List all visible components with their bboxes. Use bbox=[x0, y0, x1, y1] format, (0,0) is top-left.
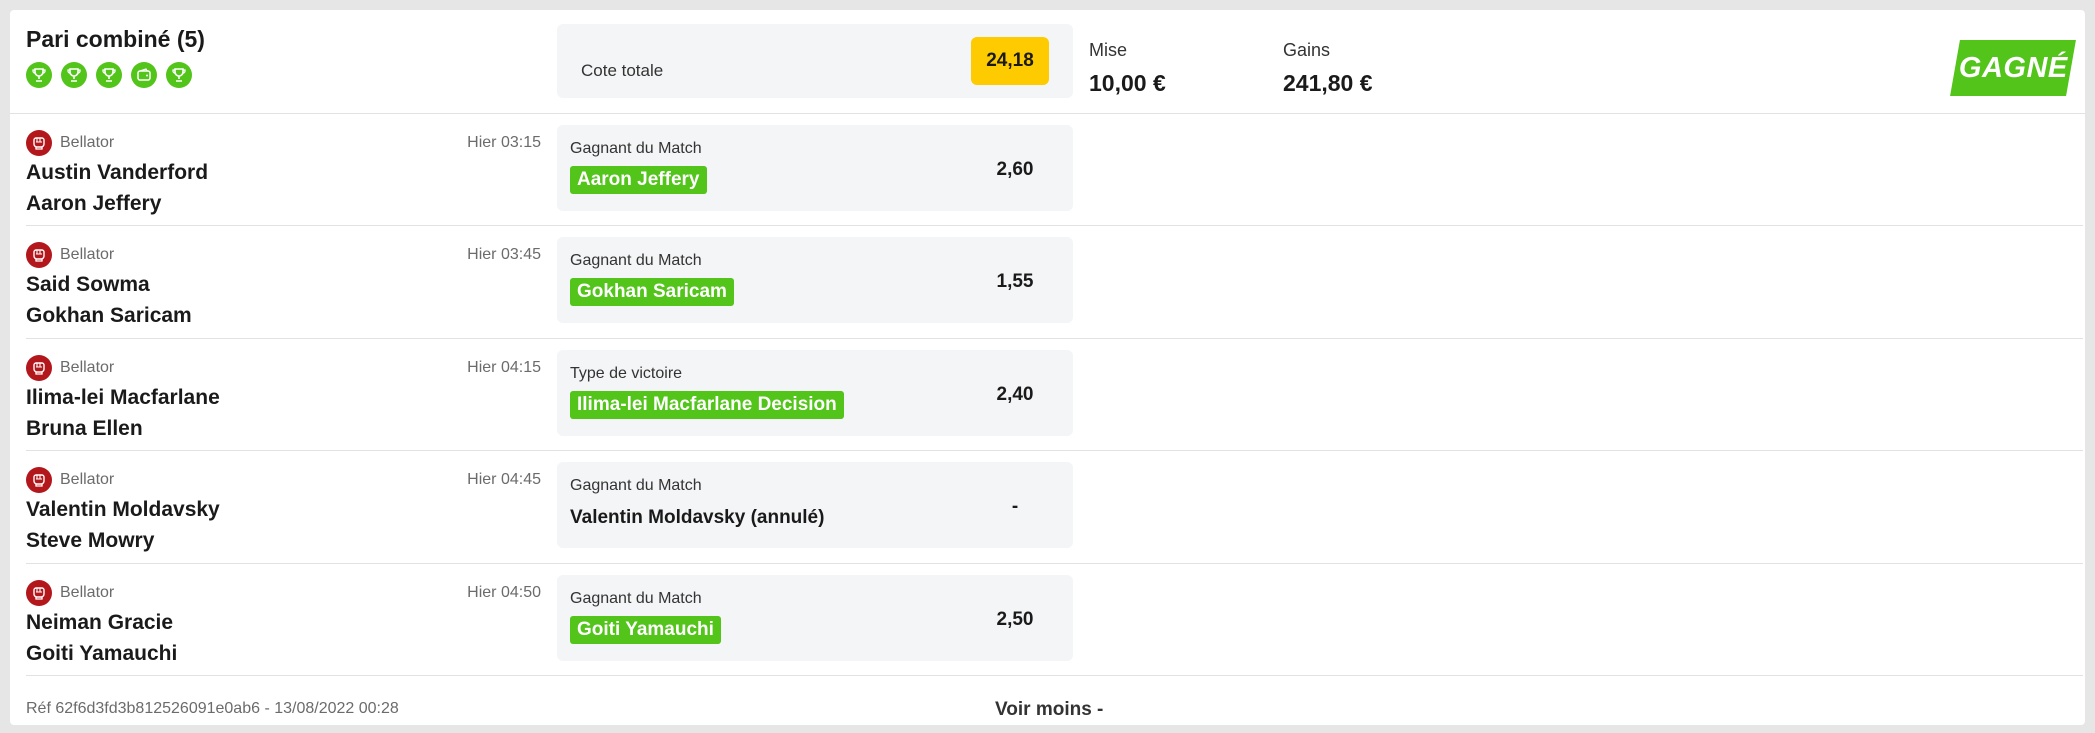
footer-divider bbox=[26, 675, 2083, 676]
see-less-link[interactable]: Voir moins - bbox=[995, 699, 1103, 721]
competitor-1: Austin Vanderford bbox=[26, 161, 209, 184]
market-name: Gagnant du Match bbox=[570, 252, 702, 270]
selection-odds: 2,50 bbox=[996, 608, 1034, 630]
winnings-label: Gains bbox=[1283, 40, 1331, 60]
trophy-icon bbox=[96, 62, 122, 88]
total-odds-value: 24,18 bbox=[971, 37, 1049, 85]
selected-pick: Ilima-lei Macfarlane Decision bbox=[570, 390, 844, 419]
selected-pick: Goiti Yamauchi bbox=[570, 615, 721, 644]
competitor-1: Ilima-lei Macfarlane bbox=[26, 385, 220, 409]
selection-odds: 1,55 bbox=[996, 271, 1034, 293]
bet-title: Pari combiné (5) bbox=[26, 26, 205, 52]
trophy-icon bbox=[26, 62, 52, 88]
competitor-2: Gokhan Saricam bbox=[26, 304, 192, 328]
mma-glove-icon bbox=[26, 130, 52, 156]
event-time: Hier 04:45 bbox=[467, 471, 541, 489]
total-odds-label: Cote totale bbox=[581, 61, 664, 80]
market-name: Gagnant du Match bbox=[570, 589, 702, 607]
trophy-icon bbox=[61, 62, 87, 88]
competitor-2: Aaron Jeffery bbox=[26, 192, 162, 215]
stake-label: Mise bbox=[1089, 40, 1128, 60]
market-name: Gagnant du Match bbox=[570, 140, 702, 157]
selection-odds: 2,60 bbox=[996, 159, 1034, 180]
selection-row: Bellator Hier 04:15 Ilima-lei Macfarlane Br… bbox=[10, 339, 2085, 452]
winnings-value: 241,80 € bbox=[1283, 70, 1373, 96]
competitor-2: Bruna Ellen bbox=[26, 416, 143, 440]
trophy-icon bbox=[166, 62, 192, 88]
selection-odds: 2,40 bbox=[996, 383, 1034, 405]
status-badge-label: GAGNÉ bbox=[1958, 51, 2068, 84]
market-name: Gagnant du Match bbox=[570, 477, 702, 495]
competitor-2: Steve Mowry bbox=[26, 529, 155, 553]
mma-glove-icon bbox=[26, 579, 52, 606]
competitor-2: Goiti Yamauchi bbox=[26, 641, 178, 665]
selected-pick: Aaron Jeffery bbox=[570, 166, 707, 194]
competitor-1: Said Sowma bbox=[26, 273, 150, 297]
league-name: Bellator bbox=[60, 134, 115, 151]
selection-row: Bellator Hier 03:45 Said Sowma Gokhan Saric… bbox=[10, 226, 2085, 339]
bet-reference: Réf 62f6d3fd3b812526091e0ab6 - 13/08/202… bbox=[26, 700, 399, 717]
refund-icon bbox=[131, 62, 157, 88]
selected-pick: Valentin Moldavsky (annulé) bbox=[570, 507, 825, 529]
league-name: Bellator bbox=[60, 583, 115, 601]
selection-odds: - bbox=[1011, 496, 1019, 518]
selected-pick: Gokhan Saricam bbox=[570, 278, 734, 307]
bet-card: Pari combiné (5) Cote totale 24,18 Mise … bbox=[10, 10, 2085, 725]
mma-glove-icon bbox=[26, 354, 52, 381]
competitor-1: Neiman Gracie bbox=[26, 610, 174, 634]
league-name: Bellator bbox=[60, 471, 115, 489]
event-time: Hier 03:15 bbox=[467, 134, 541, 151]
event-time: Hier 03:45 bbox=[467, 246, 541, 264]
competitor-1: Valentin Moldavsky bbox=[26, 498, 220, 522]
league-name: Bellator bbox=[60, 358, 115, 376]
mma-glove-icon bbox=[26, 242, 52, 269]
status-badge: GAGNÉ bbox=[1950, 40, 2076, 96]
selection-row: Bellator Hier 04:45 Valentin Moldavsky Stev… bbox=[10, 451, 2085, 564]
stake-value: 10,00 € bbox=[1089, 70, 1166, 96]
selection-row: Bellator Hier 03:15 Austin Vanderford Aaron… bbox=[10, 114, 2085, 227]
event-time: Hier 04:50 bbox=[467, 583, 541, 601]
event-time: Hier 04:15 bbox=[467, 358, 541, 376]
league-name: Bellator bbox=[60, 246, 115, 264]
market-name: Type de victoire bbox=[570, 364, 683, 382]
selection-row: Bellator Hier 04:50 Neiman Gracie Goiti Yam… bbox=[10, 564, 2085, 676]
mma-glove-icon bbox=[26, 467, 52, 494]
selection-results bbox=[26, 62, 192, 88]
